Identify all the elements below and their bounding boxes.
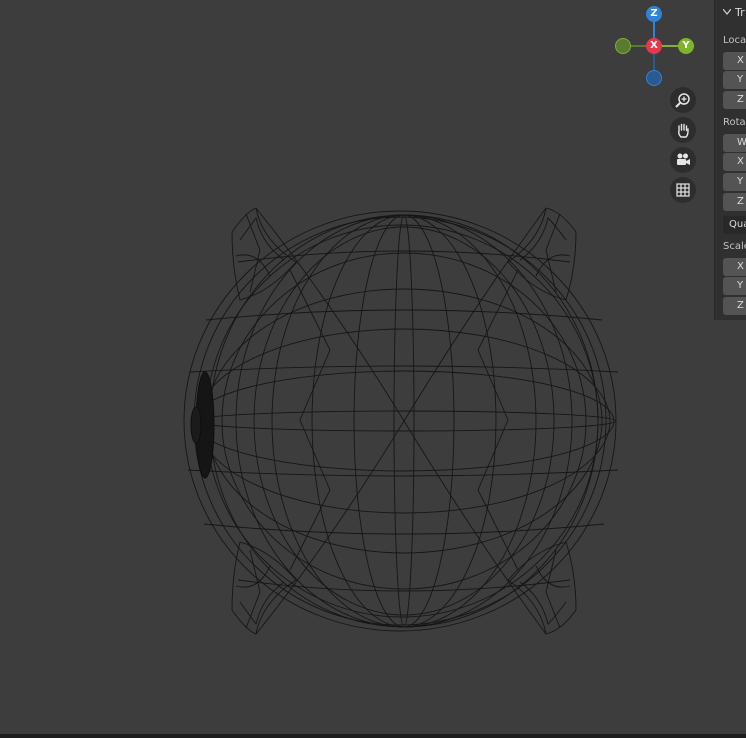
rotation-w-field[interactable]: W bbox=[723, 134, 746, 152]
gizmo-neg-z-axis[interactable] bbox=[646, 70, 662, 86]
location-y-field[interactable]: Y bbox=[723, 71, 746, 89]
camera-view-button[interactable] bbox=[670, 147, 696, 173]
grid-view-button[interactable] bbox=[670, 177, 696, 203]
bottom-border bbox=[0, 734, 746, 738]
gizmo-z-axis[interactable]: Z bbox=[646, 6, 662, 22]
location-x-field[interactable]: X bbox=[723, 52, 746, 70]
rotation-x-field[interactable]: X bbox=[723, 153, 746, 171]
location-z-field[interactable]: Z bbox=[723, 91, 746, 109]
zoom-icon bbox=[675, 93, 690, 108]
navigation-gizmo[interactable]: Z Y X bbox=[610, 2, 704, 92]
grid-icon bbox=[676, 183, 690, 197]
camera-icon bbox=[677, 153, 690, 165]
scale-y-field[interactable]: Y bbox=[723, 277, 746, 295]
scale-label: Scale bbox=[723, 241, 746, 252]
gizmo-y-axis[interactable]: Y bbox=[678, 38, 694, 54]
transform-panel-title: Tr bbox=[735, 5, 745, 19]
rotation-label: Rota bbox=[723, 117, 746, 128]
zoom-button[interactable] bbox=[670, 87, 696, 113]
scale-x-field[interactable]: X bbox=[723, 258, 746, 276]
pan-button[interactable] bbox=[670, 117, 696, 143]
wireframe-mesh bbox=[183, 207, 619, 635]
gizmo-x-axis[interactable]: X bbox=[646, 38, 662, 54]
location-label: Loca bbox=[723, 35, 746, 46]
scale-z-field[interactable]: Z bbox=[723, 297, 746, 315]
transform-panel: Tr Loca X Y Z Rota W X Y Z Qua Scale X Y… bbox=[714, 0, 746, 320]
3d-viewport[interactable]: Z Y X bbox=[0, 0, 746, 734]
rotation-mode-dropdown[interactable]: Qua bbox=[723, 216, 746, 234]
rotation-z-field[interactable]: Z bbox=[723, 193, 746, 211]
rotation-y-field[interactable]: Y bbox=[723, 173, 746, 191]
hand-pan-icon bbox=[678, 123, 689, 138]
gizmo-neg-y-axis[interactable] bbox=[615, 38, 631, 54]
chevron-down-icon bbox=[723, 9, 731, 15]
transform-panel-header[interactable]: Tr bbox=[723, 4, 745, 20]
